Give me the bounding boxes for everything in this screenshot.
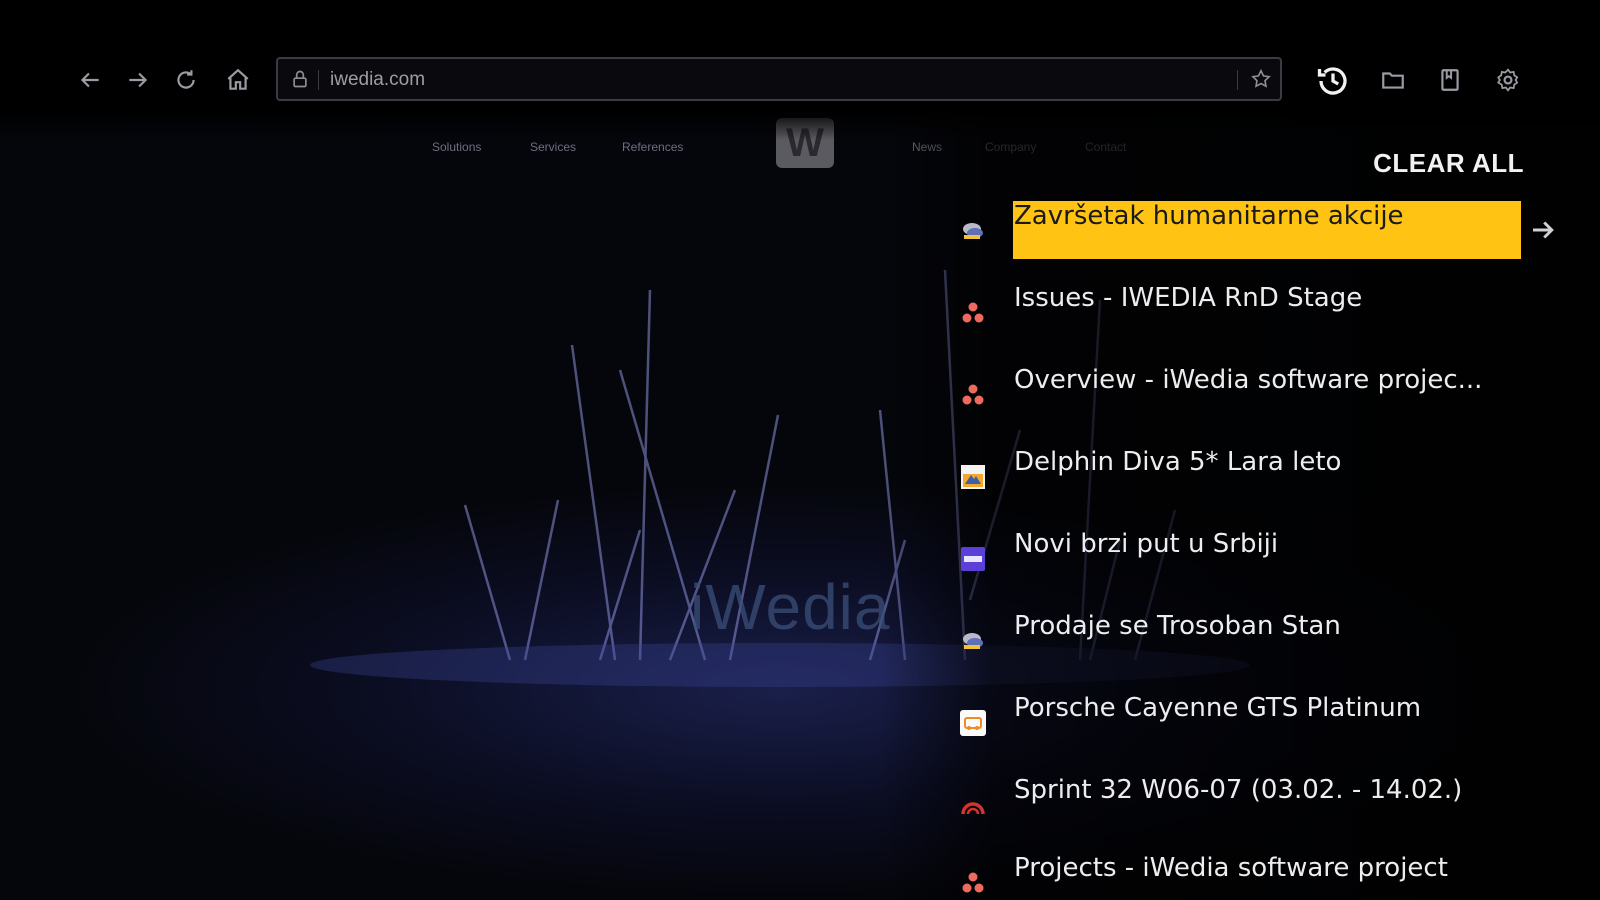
history-item-title: Završetak humanitarne akcije xyxy=(1014,201,1404,231)
history-item[interactable]: Završetak humanitarne akcije xyxy=(930,201,1554,259)
history-item[interactable]: Novi brzi put u Srbiji xyxy=(930,529,1550,587)
browser-window: Solutions Services References News Compa… xyxy=(0,0,1600,900)
bubble-chat-icon xyxy=(963,223,983,239)
settings-button[interactable] xyxy=(1490,62,1526,98)
address-bar[interactable]: iwedia.com xyxy=(276,57,1282,101)
history-item-title: Overview - iWedia software projec... xyxy=(1014,365,1483,395)
home-button[interactable] xyxy=(220,62,256,98)
site-brand-text: iWedia xyxy=(690,571,891,643)
travel-image-icon xyxy=(961,465,985,489)
history-item-title: Issues - IWEDIA RnD Stage xyxy=(1014,283,1363,313)
history-button[interactable] xyxy=(1312,60,1354,102)
bookmarks-button[interactable] xyxy=(1432,62,1468,98)
clear-all-button[interactable]: CLEAR ALL xyxy=(1373,148,1524,179)
home-icon xyxy=(227,68,249,90)
url-text[interactable]: iwedia.com xyxy=(330,69,425,91)
gear-icon xyxy=(1497,68,1519,92)
bookmark-star-icon[interactable] xyxy=(1250,68,1272,90)
site-nav-services[interactable]: Services xyxy=(530,140,576,154)
history-item-title: Sprint 32 W06-07 (03.02. - 14.02.) xyxy=(1014,775,1463,805)
history-item-title: Delphin Diva 5* Lara leto xyxy=(1014,447,1342,477)
history-item[interactable]: Sprint 32 W06-07 (03.02. - 14.02.) xyxy=(930,775,1550,833)
red-arc-icon xyxy=(961,802,985,815)
bookmark-book-icon xyxy=(1441,69,1459,91)
history-item[interactable]: Projects - iWedia software project xyxy=(930,853,1550,900)
history-item-title: Projects - iWedia software project xyxy=(1014,853,1448,883)
jira-dots-icon xyxy=(962,384,984,405)
url-divider-right xyxy=(1237,70,1238,90)
reload-icon xyxy=(177,70,195,89)
jira-dots-icon xyxy=(962,302,984,323)
history-item-title: Porsche Cayenne GTS Platinum xyxy=(1014,693,1422,723)
orange-car-icon xyxy=(960,710,986,736)
url-divider xyxy=(318,70,319,90)
purple-badge-icon xyxy=(961,547,985,571)
jira-dots-icon xyxy=(962,872,984,893)
back-button[interactable] xyxy=(72,62,108,98)
history-item[interactable]: Delphin Diva 5* Lara leto xyxy=(930,447,1550,505)
arrow-left-icon xyxy=(80,72,99,88)
arrow-right-icon xyxy=(129,72,148,88)
site-nav-solutions[interactable]: Solutions xyxy=(432,140,481,154)
folder-icon xyxy=(1382,72,1404,89)
history-item[interactable]: Issues - IWEDIA RnD Stage xyxy=(930,283,1550,341)
browser-toolbar: iwedia.com xyxy=(0,0,1600,110)
history-item-title: Novi brzi put u Srbiji xyxy=(1014,529,1279,559)
history-item[interactable]: Overview - iWedia software projec... xyxy=(930,365,1550,423)
history-panel: CLEAR ALL Završetak humanitarne akcije I… xyxy=(930,140,1600,900)
history-clock-icon xyxy=(1317,67,1347,95)
lock-icon xyxy=(293,70,307,88)
site-nav-references[interactable]: References xyxy=(622,140,683,154)
reload-button[interactable] xyxy=(168,62,204,98)
arrow-right-icon[interactable] xyxy=(1528,215,1558,245)
site-logo[interactable]: W xyxy=(776,118,834,168)
history-item-title: Prodaje se Trosoban Stan xyxy=(1014,611,1341,641)
history-item[interactable]: Porsche Cayenne GTS Platinum xyxy=(930,693,1550,751)
forward-button[interactable] xyxy=(120,62,156,98)
history-item[interactable]: Prodaje se Trosoban Stan xyxy=(930,611,1550,669)
bubble-chat-icon xyxy=(963,633,983,649)
folders-button[interactable] xyxy=(1375,62,1411,98)
